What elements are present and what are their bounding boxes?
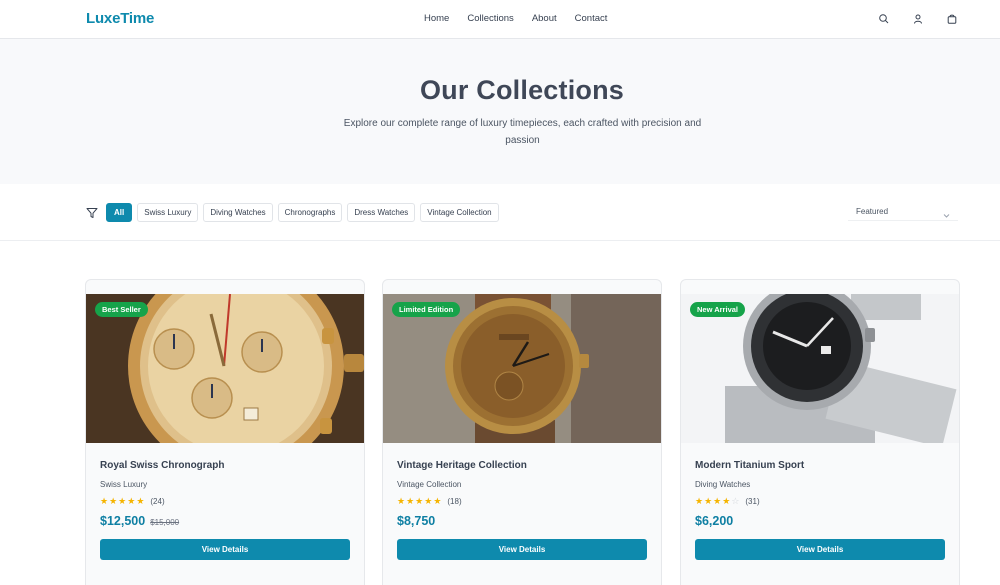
nav-about[interactable]: About [532,13,557,24]
product-price: $6,200 [695,514,734,528]
nav-collections[interactable]: Collections [467,13,513,24]
product-rating: ★ ★ ★ ★ ☆ (31) [695,495,947,507]
site-header: LuxeTime Home Collections About Contact [0,0,1000,39]
cart-icon[interactable] [946,12,958,24]
chip-all[interactable]: All [106,203,133,222]
view-details-button[interactable]: View Details [695,539,945,560]
star-icon: ★ [127,496,136,506]
review-count: (18) [447,496,462,506]
star-icon: ★ [100,496,109,506]
product-info: Royal Swiss Chronograph Swiss Luxury ★ ★… [100,460,352,528]
price-row: $6,200 [695,514,947,528]
sort-select[interactable]: Featured [848,203,958,221]
hero-section: Our Collections Explore our complete ran… [0,39,1000,184]
price-row: $12,500 $15,000 [100,514,352,528]
chevron-down-icon [943,208,950,218]
product-title[interactable]: Vintage Heritage Collection [397,460,649,471]
product-price: $12,500 [100,514,146,528]
star-icon: ★ [424,496,433,506]
star-icon: ★ [722,496,731,506]
product-price: $8,750 [397,514,436,528]
star-icon: ★ [118,496,127,506]
product-grid: Best Seller Royal Swiss Chronograph Swis… [0,241,1000,585]
chip-chronographs[interactable]: Chronographs [277,203,343,222]
review-count: (24) [150,496,165,506]
product-card[interactable]: New Arrival Modern Titanium Sport Diving… [680,279,960,585]
star-icon: ★ [397,496,406,506]
original-price: $15,000 [150,518,180,527]
star-icon: ★ [695,496,704,506]
header-actions [878,12,958,24]
chip-swiss-luxury[interactable]: Swiss Luxury [137,203,199,222]
product-category: Swiss Luxury [100,480,148,489]
filter-icon [86,206,98,218]
category-chips: All Swiss Luxury Diving Watches Chronogr… [106,203,499,222]
page-subtitle: Explore our complete range of luxury tim… [343,118,702,146]
review-count: (31) [745,496,760,506]
status-badge: Best Seller [95,302,148,317]
search-icon[interactable] [878,12,890,24]
product-title[interactable]: Royal Swiss Chronograph [100,460,352,471]
product-info: Modern Titanium Sport Diving Watches ★ ★… [695,460,947,528]
product-card[interactable]: Best Seller Royal Swiss Chronograph Swis… [85,279,365,585]
nav-home[interactable]: Home [424,13,449,24]
status-badge: Limited Edition [392,302,461,317]
chip-dress-watches[interactable]: Dress Watches [347,203,416,222]
user-icon[interactable] [912,12,924,24]
star-icon: ★ [136,496,145,506]
product-rating: ★ ★ ★ ★ ★ (18) [397,495,649,507]
star-empty-icon: ☆ [731,496,740,506]
view-details-button[interactable]: View Details [397,539,647,560]
chip-vintage-collection[interactable]: Vintage Collection [420,203,499,222]
star-icon: ★ [704,496,713,506]
nav-contact[interactable]: Contact [575,13,608,24]
status-badge: New Arrival [690,302,745,317]
view-details-button[interactable]: View Details [100,539,350,560]
page-title: Our Collections [419,75,625,105]
price-row: $8,750 [397,514,649,528]
product-rating: ★ ★ ★ ★ ★ (24) [100,495,352,507]
product-card[interactable]: Limited Edition Vintage Heritage Collect… [382,279,662,585]
star-icon: ★ [713,496,722,506]
star-icon: ★ [109,496,118,506]
star-icon: ★ [433,496,442,506]
product-title[interactable]: Modern Titanium Sport [695,460,947,471]
product-category: Diving Watches [695,480,751,489]
product-info: Vintage Heritage Collection Vintage Coll… [397,460,649,528]
main-nav: Home Collections About Contact [424,13,625,24]
star-icon: ★ [415,496,424,506]
logo[interactable]: LuxeTime [86,10,154,27]
sort-label: Featured [856,207,889,216]
product-category: Vintage Collection [397,480,462,489]
chip-diving-watches[interactable]: Diving Watches [203,203,273,222]
star-icon: ★ [406,496,415,506]
